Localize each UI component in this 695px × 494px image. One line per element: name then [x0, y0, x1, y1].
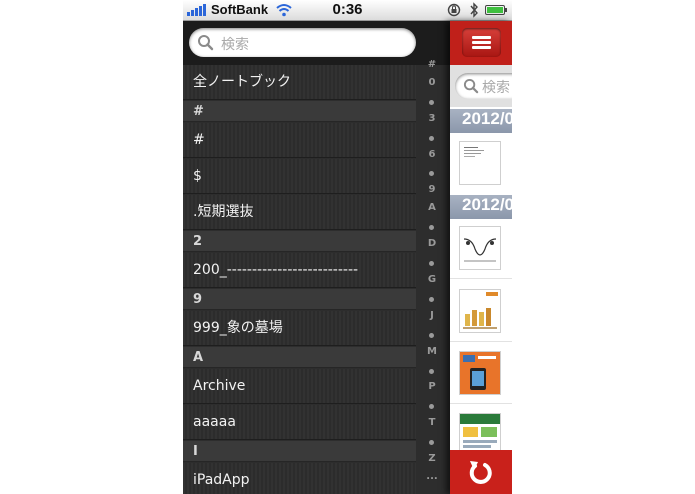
- index-letter: T: [428, 417, 436, 429]
- note-thumbnail[interactable]: [459, 351, 501, 395]
- battery-icon: [485, 5, 507, 15]
- notebook-item-label: 全ノートブック: [193, 74, 291, 90]
- section-header-label: 9: [193, 292, 203, 307]
- notebook-item[interactable]: #: [183, 123, 416, 158]
- divider: [450, 278, 512, 279]
- lock-rotation-icon: [447, 3, 461, 17]
- notebook-item[interactable]: 999_象の墓場: [183, 311, 416, 346]
- section-header: 2: [183, 231, 416, 252]
- alphabet-index-bar[interactable]: #0 3 6 9 A D G J M P T Z...: [420, 59, 450, 494]
- notes-search-bar: 検索: [450, 65, 512, 107]
- notebook-item-label: 999_象の墓場: [193, 320, 283, 336]
- index-letter: G: [427, 273, 437, 285]
- notebook-item-label: aaaaa: [193, 414, 236, 430]
- notebook-item[interactable]: .短期選抜: [183, 195, 416, 230]
- section-header-label: A: [193, 350, 204, 365]
- search-icon: [198, 35, 214, 51]
- index-letter: M: [427, 345, 437, 357]
- index-dot: [429, 296, 434, 302]
- index-letter: P: [428, 381, 436, 393]
- note-thumbnail[interactable]: [459, 226, 501, 270]
- date-header: 2012/0: [450, 109, 512, 133]
- notes-search-input[interactable]: 検索: [455, 73, 512, 99]
- notes-search-placeholder: 検索: [482, 80, 510, 96]
- search-placeholder: 検索: [221, 37, 249, 53]
- divider: [450, 341, 512, 342]
- divider: [450, 403, 512, 404]
- index-dot: [429, 135, 434, 141]
- note-thumbnail[interactable]: [459, 289, 501, 333]
- section-header-label: I: [193, 444, 198, 459]
- notebook-item[interactable]: 全ノートブック: [183, 65, 416, 100]
- notebook-item[interactable]: $: [183, 159, 416, 194]
- notebook-item-label: #: [193, 132, 205, 148]
- notebook-item-label: $: [193, 168, 202, 184]
- index-letter: 3: [428, 112, 436, 124]
- index-dot: [429, 171, 434, 177]
- index-dot: [429, 404, 434, 410]
- index-dot: [429, 440, 434, 446]
- refresh-button[interactable]: [450, 450, 512, 494]
- note-thumbnail[interactable]: [459, 141, 501, 185]
- notebook-item[interactable]: aaaaa: [183, 405, 416, 440]
- search-area: 検索: [183, 21, 450, 65]
- notebook-item[interactable]: iPadApp: [183, 463, 416, 494]
- section-header: I: [183, 441, 416, 462]
- index-dot: [429, 368, 434, 374]
- notebook-item[interactable]: 200_--------------------------: [183, 253, 416, 288]
- index-letter: 0: [428, 76, 436, 88]
- date-header: 2012/0: [450, 195, 512, 219]
- notebook-item[interactable]: Archive: [183, 369, 416, 404]
- index-dot: [429, 99, 434, 105]
- hamburger-menu-icon[interactable]: [462, 28, 501, 57]
- phone-screen: SoftBank 0:36 検索 全ノートブック # # $.短期選抜 2 20…: [183, 0, 512, 494]
- index-letter: A: [428, 202, 436, 214]
- index-dot: [429, 332, 434, 338]
- index-letter: D: [427, 238, 437, 250]
- notebook-item-label: Archive: [193, 378, 246, 394]
- section-header-label: 2: [193, 234, 203, 249]
- index-letter: ...: [426, 471, 438, 482]
- refresh-icon: [469, 461, 492, 484]
- index-letter: 9: [428, 184, 436, 196]
- notebook-item-label: iPadApp: [193, 472, 250, 488]
- search-icon: [463, 78, 479, 94]
- section-header: 9: [183, 289, 416, 310]
- notebook-sidebar: 検索 全ノートブック # # $ .短期選抜 2 200_-----------------…: [183, 21, 450, 494]
- index-letter: Z: [428, 453, 436, 465]
- section-header-label: #: [193, 104, 204, 119]
- section-header: A: [183, 347, 416, 368]
- notebook-item-label: .短期選抜: [193, 204, 254, 220]
- index-dot: [429, 261, 434, 267]
- index-letter: 6: [428, 148, 436, 160]
- notes-panel: 検索 2012/0 2012/0: [450, 21, 512, 494]
- bluetooth-icon: [470, 2, 478, 18]
- index-dot: [429, 225, 434, 231]
- section-header: #: [183, 101, 416, 122]
- search-input[interactable]: 検索: [189, 28, 416, 57]
- notes-toolbar: [450, 21, 512, 65]
- clock: 0:36: [332, 1, 363, 18]
- index-letter: J: [430, 309, 434, 321]
- notebook-item-label: 200_--------------------------: [193, 262, 359, 278]
- status-bar: SoftBank 0:36: [183, 0, 512, 21]
- index-letter: #: [427, 59, 437, 70]
